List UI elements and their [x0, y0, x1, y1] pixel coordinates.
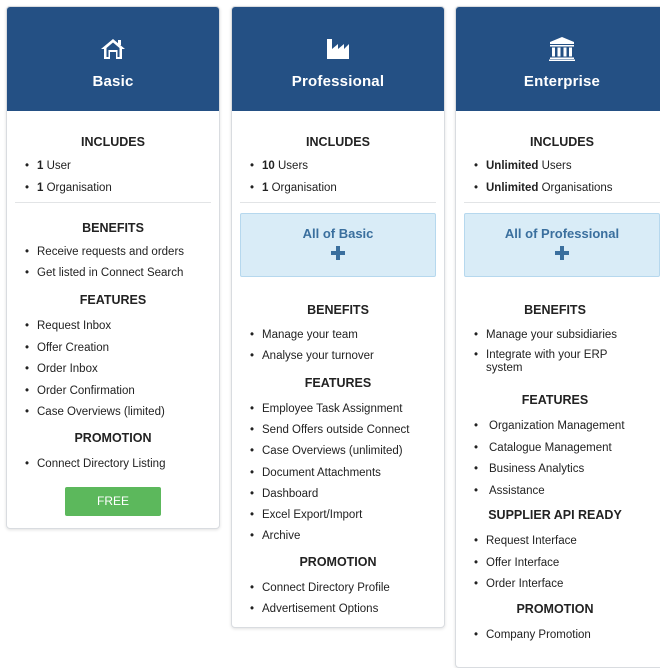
- list-item: Employee Task Assignment: [248, 402, 444, 416]
- list-item: Dashboard: [248, 487, 444, 501]
- list-item: Assistance: [472, 484, 660, 498]
- list-item: Request Interface: [472, 534, 660, 548]
- features-list: Request Inbox Offer Creation Order Inbox…: [23, 319, 219, 419]
- list-item: Case Overviews (limited): [23, 405, 219, 419]
- plan-title: Basic: [92, 73, 134, 90]
- features-title: FEATURES: [304, 376, 372, 390]
- plan-header-professional: Professional: [232, 7, 444, 111]
- divider: [464, 202, 660, 203]
- all-of-label: All of Professional: [504, 226, 620, 241]
- plan-header-basic: Basic: [7, 7, 219, 111]
- benefits-title: BENEFITS: [82, 221, 144, 235]
- list-item: Manage your subsidiaries: [472, 328, 660, 342]
- list-item: Request Inbox: [23, 319, 219, 333]
- all-of-label: All of Basic: [302, 226, 374, 241]
- benefits-list: Receive requests and orders Get listed i…: [23, 245, 219, 280]
- free-button[interactable]: FREE: [65, 487, 161, 516]
- list-item: Business Analytics: [472, 462, 660, 476]
- list-item: Order Inbox: [23, 362, 219, 376]
- promotion-list: Connect Directory Listing: [23, 457, 219, 471]
- list-item: 10 Users: [248, 159, 444, 173]
- includes-list: 1 User 1 Organisation: [23, 159, 219, 195]
- list-item: Order Interface: [472, 577, 660, 591]
- includes-title: INCLUDES: [306, 135, 370, 149]
- includes-title: INCLUDES: [530, 135, 594, 149]
- promotion-title: PROMOTION: [516, 602, 594, 616]
- benefits-title: BENEFITS: [307, 303, 369, 317]
- all-of-basic-box: All of Basic: [240, 213, 436, 277]
- list-item: Connect Directory Listing: [23, 457, 219, 471]
- list-item: Unlimited Users: [472, 159, 660, 173]
- home-icon: [100, 37, 126, 61]
- list-item: Excel Export/Import: [248, 508, 444, 522]
- list-item: Send Offers outside Connect: [248, 423, 444, 437]
- list-item: Offer Creation: [23, 341, 219, 355]
- list-item: Receive requests and orders: [23, 245, 219, 259]
- includes-title: INCLUDES: [81, 135, 145, 149]
- promotion-title: PROMOTION: [299, 555, 377, 569]
- api-list: Request Interface Offer Interface Order …: [472, 534, 660, 591]
- plan-header-enterprise: Enterprise: [456, 7, 660, 111]
- factory-icon: [326, 37, 350, 61]
- list-item: Case Overviews (unlimited): [248, 444, 444, 458]
- features-title: FEATURES: [79, 293, 147, 307]
- list-item: Integrate with your ERP system: [472, 349, 636, 375]
- list-item: Advertisement Options: [248, 602, 444, 616]
- plan-title: Professional: [291, 73, 385, 90]
- list-item: Order Confirmation: [23, 384, 219, 398]
- benefits-list: Manage your team Analyse your turnover: [248, 328, 444, 363]
- list-item: Organization Management: [472, 419, 660, 433]
- features-list: Employee Task Assignment Send Offers out…: [248, 402, 444, 543]
- list-item: 1 Organisation: [248, 181, 444, 195]
- includes-list: Unlimited Users Unlimited Organisations: [472, 159, 660, 195]
- list-item: Manage your team: [248, 328, 444, 342]
- bank-icon: [549, 37, 575, 61]
- plan-title: Enterprise: [523, 73, 601, 90]
- divider: [15, 202, 211, 203]
- plus-icon: [554, 245, 570, 266]
- plan-card-basic: Basic INCLUDES 1 User 1 Organisation BEN…: [6, 6, 220, 529]
- promotion-list: Company Promotion: [472, 628, 660, 642]
- promotion-title: PROMOTION: [74, 431, 152, 445]
- list-item: 1 User: [23, 159, 219, 173]
- list-item: Catalogue Management: [472, 441, 660, 455]
- benefits-title: BENEFITS: [524, 303, 586, 317]
- plan-card-professional: Professional INCLUDES 10 Users 1 Organis…: [231, 6, 445, 628]
- list-item: Archive: [248, 529, 444, 543]
- promotion-list: Connect Directory Profile Advertisement …: [248, 581, 444, 616]
- divider: [240, 202, 436, 203]
- list-item: Offer Interface: [472, 556, 660, 570]
- list-item: Unlimited Organisations: [472, 181, 660, 195]
- features-list: Organization Management Catalogue Manage…: [472, 419, 660, 498]
- benefits-list: Manage your subsidiaries Integrate with …: [472, 328, 660, 375]
- list-item: Connect Directory Profile: [248, 581, 444, 595]
- list-item: 1 Organisation: [23, 181, 219, 195]
- plan-card-enterprise: Enterprise INCLUDES Unlimited Users Unli…: [455, 6, 660, 668]
- list-item: Company Promotion: [472, 628, 660, 642]
- includes-list: 10 Users 1 Organisation: [248, 159, 444, 195]
- list-item: Analyse your turnover: [248, 349, 444, 363]
- list-item: Get listed in Connect Search: [23, 266, 219, 280]
- api-title: SUPPLIER API READY: [488, 508, 622, 522]
- plus-icon: [330, 245, 346, 266]
- list-item: Document Attachments: [248, 466, 444, 480]
- features-title: FEATURES: [521, 393, 589, 407]
- all-of-professional-box: All of Professional: [464, 213, 660, 277]
